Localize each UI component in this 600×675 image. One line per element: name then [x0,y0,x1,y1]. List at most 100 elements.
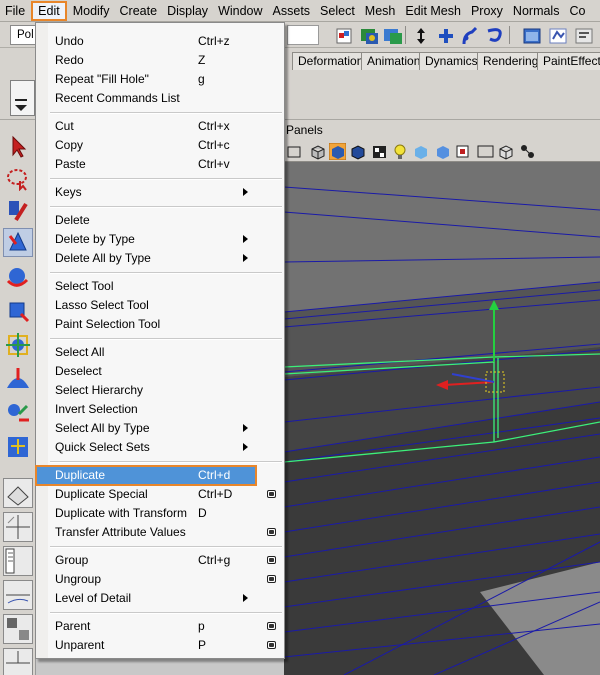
smooth-shading-icon[interactable] [329,143,346,160]
menu-create[interactable]: Create [115,1,163,21]
persp-relationship-layout-icon[interactable] [3,648,33,675]
show-manipulator-icon[interactable] [3,398,33,427]
menu-normals[interactable]: Normals [508,1,565,21]
status-line-field[interactable] [287,25,319,45]
menu-item-cut[interactable]: Cut Ctrl+x [36,117,284,136]
menu-item-group[interactable]: Group Ctrl+g [36,551,284,570]
menu-item-duplicate-special[interactable]: Duplicate Special Ctrl+D [36,485,284,504]
hypergraph-icon[interactable] [519,143,536,160]
curve-icon[interactable] [484,25,506,46]
last-tool-icon[interactable] [3,432,33,461]
single-perspective-layout-icon[interactable] [3,478,33,508]
window-icon[interactable] [521,25,543,46]
option-box-icon[interactable] [267,528,276,536]
persp-graph-layout-icon[interactable] [3,580,33,610]
menu-co[interactable]: Co [564,1,590,21]
menu-item-ungroup[interactable]: Ungroup [36,570,284,589]
wireframe-on-shaded-icon[interactable] [349,143,366,160]
panels-menu[interactable]: Panels [286,123,323,137]
menu-item-parent[interactable]: Parent p [36,617,284,636]
menu-item-paint-selection-tool[interactable]: Paint Selection Tool [36,315,284,334]
menu-file[interactable]: File [0,1,30,21]
tab-painteffects[interactable]: PaintEffects [537,52,600,70]
persp-outliner-layout-icon[interactable] [3,546,33,576]
four-view-layout-icon[interactable] [3,512,33,542]
snap-icon[interactable] [333,25,355,46]
textured-icon[interactable] [371,143,388,160]
menu-item-shortcut: p [198,619,205,633]
universal-manipulator-icon[interactable] [3,330,33,359]
menu-item-quick-select-sets[interactable]: Quick Select Sets [36,438,284,457]
menu-edit-mesh[interactable]: Edit Mesh [400,1,466,21]
camera-icon[interactable] [286,143,303,160]
menu-item-label: Delete All by Type [55,251,151,265]
select-tool-icon[interactable] [3,132,33,161]
menu-item-select-all[interactable]: Select All [36,343,284,362]
option-box-icon[interactable] [267,641,276,649]
xray-icon[interactable] [434,143,451,160]
resolution-gate-icon[interactable] [477,143,494,160]
menu-edit[interactable]: Edit [31,0,67,21]
attribute-editor-icon[interactable] [547,25,569,46]
menu-item-select-hierarchy[interactable]: Select Hierarchy [36,381,284,400]
hypershade-layout-icon[interactable] [3,614,33,644]
menu-modify[interactable]: Modify [68,1,115,21]
menu-item-lasso-select-tool[interactable]: Lasso Select Tool [36,296,284,315]
submenu-arrow-icon [243,443,248,451]
menu-item-keys[interactable]: Keys [36,183,284,202]
scale-tool-icon[interactable] [3,296,33,325]
menu-item-select-all-by-type[interactable]: Select All by Type [36,419,284,438]
menu-window[interactable]: Window [213,1,267,21]
option-box-icon[interactable] [267,490,276,498]
light-icon[interactable] [392,143,409,160]
menu-item-deselect[interactable]: Deselect [36,362,284,381]
joint-icon[interactable] [459,25,481,46]
soft-mod-tool-icon[interactable] [3,364,33,393]
menu-item-delete[interactable]: Delete [36,211,284,230]
menu-item-invert-selection[interactable]: Invert Selection [36,400,284,419]
menu-item-delete-by-type[interactable]: Delete by Type [36,230,284,249]
menu-mesh[interactable]: Mesh [360,1,401,21]
menu-item-delete-all-by-type[interactable]: Delete All by Type [36,249,284,268]
render-icon[interactable] [382,25,404,46]
tab-deformation[interactable]: Deformation [292,52,370,70]
isolate-select-icon[interactable] [454,143,471,160]
menu-item-undo[interactable]: Undo Ctrl+z [36,32,284,51]
rotate-tool-icon[interactable] [3,262,33,291]
menu-item-shortcut: P [198,638,207,652]
perspective-viewport[interactable] [284,162,600,675]
option-box-icon[interactable] [267,556,276,564]
menu-item-paste[interactable]: Paste Ctrl+v [36,155,284,174]
menu-item-recent-commands-list[interactable]: Recent Commands List [36,89,284,108]
menu-assets[interactable]: Assets [268,1,316,21]
menu-display[interactable]: Display [162,1,213,21]
add-icon[interactable] [435,25,457,46]
menu-proxy[interactable]: Proxy [466,1,508,21]
menu-item-label: Quick Select Sets [55,440,150,454]
menu-item-duplicate-with-transform[interactable]: Duplicate with Transform D [36,504,284,523]
menu-item-redo[interactable]: Redo Z [36,51,284,70]
grid-icon[interactable] [497,143,514,160]
paint-select-tool-icon[interactable] [3,196,33,225]
wireframe-shading-icon[interactable] [309,143,326,160]
shelf-options[interactable] [10,80,35,116]
lasso-tool-icon[interactable] [3,164,33,193]
option-box-icon[interactable] [267,575,276,583]
menu-item-transfer-attribute-values[interactable]: Transfer Attribute Values [36,523,284,542]
menu-item-unparent[interactable]: Unparent P [36,636,284,655]
tab-rendering[interactable]: Rendering [477,52,545,70]
tab-animation[interactable]: Animation [361,52,427,70]
menu-select[interactable]: Select [315,1,360,21]
menu-item-duplicate[interactable]: Duplicate Ctrl+d [35,465,257,486]
tool-settings-icon[interactable] [573,25,595,46]
menu-item-repeat-last[interactable]: Repeat "Fill Hole" g [36,70,284,89]
menu-item-level-of-detail[interactable]: Level of Detail [36,589,284,608]
move-tool-icon[interactable] [3,228,33,257]
menu-item-copy[interactable]: Copy Ctrl+c [36,136,284,155]
menu-item-select-tool[interactable]: Select Tool [36,277,284,296]
move-icon[interactable] [410,25,432,46]
option-box-icon[interactable] [267,622,276,630]
tab-dynamics[interactable]: Dynamics [419,52,484,70]
history-icon[interactable] [359,25,381,46]
shadows-icon[interactable] [412,143,429,160]
